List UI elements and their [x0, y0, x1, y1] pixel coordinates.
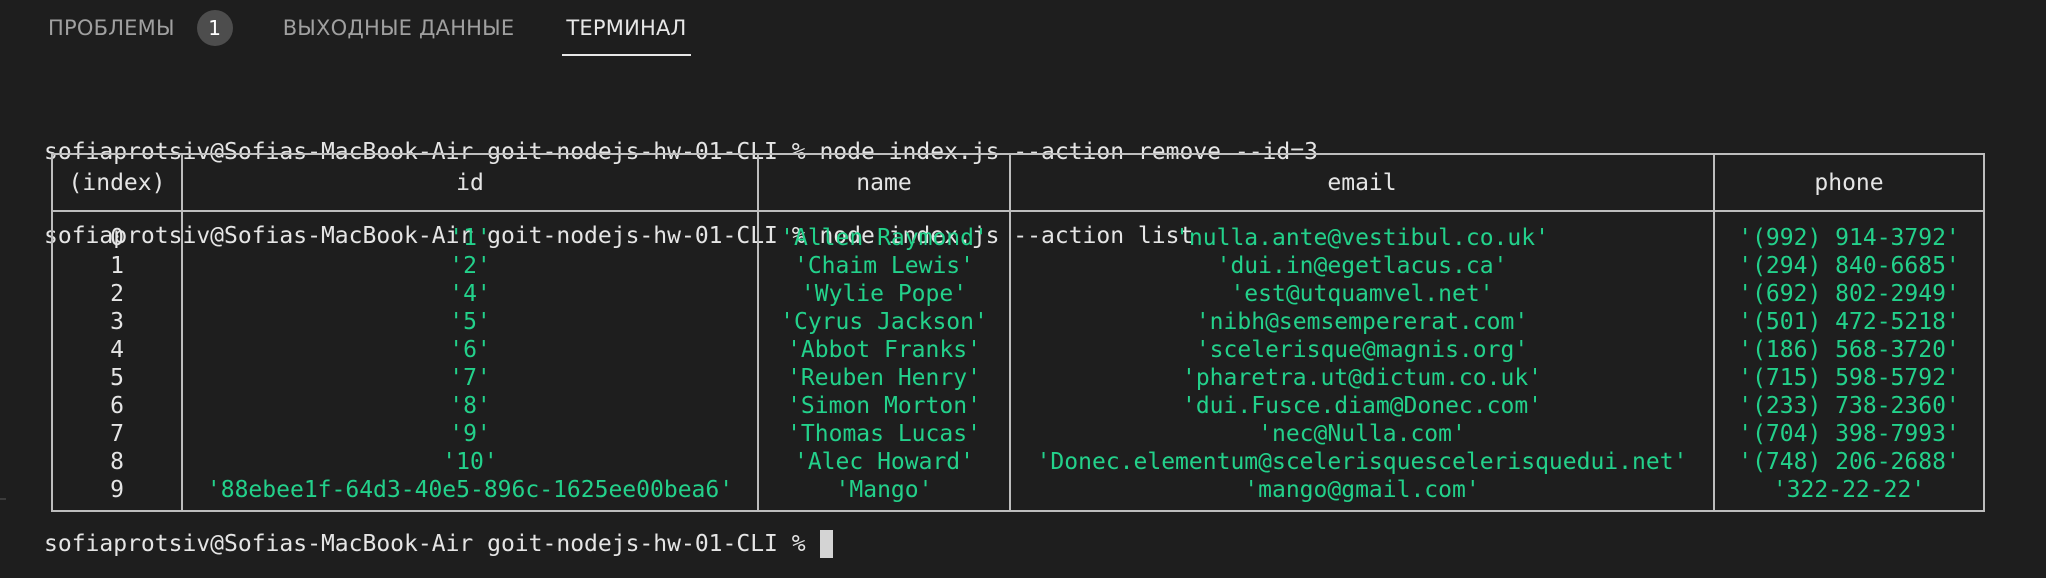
cell-index: 9 — [51, 476, 183, 512]
cell-id: '8' — [181, 392, 759, 420]
cell-id: '7' — [181, 364, 759, 392]
console-table: (index) id name email phone 0 '1' 'Allen… — [51, 153, 1985, 512]
tab-terminal[interactable]: ТЕРМИНАЛ — [562, 0, 691, 56]
cell-name: 'Mango' — [757, 476, 1011, 512]
table-row: 2 '4' 'Wylie Pope' 'est@utquamvel.net' '… — [51, 280, 1985, 308]
table-row: 0 '1' 'Allen Raymond' 'nulla.ante@vestib… — [51, 211, 1985, 252]
cell-index: 3 — [51, 308, 183, 336]
cell-email: 'nec@Nulla.com' — [1009, 420, 1715, 448]
cell-id: '5' — [181, 308, 759, 336]
table-row: 7 '9' 'Thomas Lucas' 'nec@Nulla.com' '(7… — [51, 420, 1985, 448]
cell-phone: '(992) 914-3792' — [1713, 211, 1985, 252]
cell-name: 'Allen Raymond' — [757, 211, 1011, 252]
tab-problems[interactable]: ПРОБЛЕМЫ 1 — [44, 0, 237, 56]
cell-email: 'dui.Fusce.diam@Donec.com' — [1009, 392, 1715, 420]
table-row: 1 '2' 'Chaim Lewis' 'dui.in@egetlacus.ca… — [51, 252, 1985, 280]
cell-id: '1' — [181, 211, 759, 252]
terminal-cursor — [819, 530, 833, 558]
table-row: 8 '10' 'Alec Howard' 'Donec.elementum@sc… — [51, 448, 1985, 476]
cell-email: 'mango@gmail.com' — [1009, 476, 1715, 512]
cell-name: 'Reuben Henry' — [757, 364, 1011, 392]
cell-email: 'est@utquamvel.net' — [1009, 280, 1715, 308]
tab-output-label: ВЫХОДНЫЕ ДАННЫЕ — [282, 16, 515, 40]
table-row: 3 '5' 'Cyrus Jackson' 'nibh@semsemperera… — [51, 308, 1985, 336]
cell-phone: '(692) 802-2949' — [1713, 280, 1985, 308]
cell-index: 1 — [51, 252, 183, 280]
prompt-text: sofiaprotsiv@Sofias-MacBook-Air goit-nod… — [44, 531, 806, 557]
cell-name: 'Thomas Lucas' — [757, 420, 1011, 448]
table-row: 9 '88ebee1f-64d3-40e5-896c-1625ee00bea6'… — [51, 476, 1985, 512]
cell-email: 'dui.in@egetlacus.ca' — [1009, 252, 1715, 280]
cell-phone: '(233) 738-2360' — [1713, 392, 1985, 420]
cell-name: 'Wylie Pope' — [757, 280, 1011, 308]
cell-phone: '(294) 840-6685' — [1713, 252, 1985, 280]
cell-phone: '(748) 206-2688' — [1713, 448, 1985, 476]
cell-index: 6 — [51, 392, 183, 420]
cell-index: 7 — [51, 420, 183, 448]
cell-name: 'Simon Morton' — [757, 392, 1011, 420]
cell-name: 'Cyrus Jackson' — [757, 308, 1011, 336]
tab-output[interactable]: ВЫХОДНЫЕ ДАННЫЕ — [279, 0, 519, 56]
cell-name: 'Alec Howard' — [757, 448, 1011, 476]
cell-phone: '(501) 472-5218' — [1713, 308, 1985, 336]
cell-email: 'nulla.ante@vestibul.co.uk' — [1009, 211, 1715, 252]
cell-index: 5 — [51, 364, 183, 392]
tab-problems-label: ПРОБЛЕМЫ — [48, 16, 175, 40]
cell-name: 'Abbot Franks' — [757, 336, 1011, 364]
cell-id: '2' — [181, 252, 759, 280]
column-header-email: email — [1009, 153, 1715, 212]
cell-email: 'scelerisque@magnis.org' — [1009, 336, 1715, 364]
column-header-name: name — [757, 153, 1011, 212]
table-row: 4 '6' 'Abbot Franks' 'scelerisque@magnis… — [51, 336, 1985, 364]
cell-index: 0 — [51, 211, 183, 252]
table-row: 6 '8' 'Simon Morton' 'dui.Fusce.diam@Don… — [51, 392, 1985, 420]
cell-id: '10' — [181, 448, 759, 476]
tab-terminal-label: ТЕРМИНАЛ — [566, 16, 687, 40]
column-header-phone: phone — [1713, 153, 1985, 212]
cell-id: '6' — [181, 336, 759, 364]
table-row: 5 '7' 'Reuben Henry' 'pharetra.ut@dictum… — [51, 364, 1985, 392]
table-header-row: (index) id name email phone — [51, 153, 1985, 212]
cell-email: 'nibh@semsempererat.com' — [1009, 308, 1715, 336]
cell-index: 8 — [51, 448, 183, 476]
cell-name: 'Chaim Lewis' — [757, 252, 1011, 280]
cell-phone: '(715) 598-5792' — [1713, 364, 1985, 392]
cell-phone: '322-22-22' — [1713, 476, 1985, 512]
problems-count-badge: 1 — [196, 10, 233, 46]
cell-email: 'pharetra.ut@dictum.co.uk' — [1009, 364, 1715, 392]
cell-index: 2 — [51, 280, 183, 308]
cell-phone: '(704) 398-7993' — [1713, 420, 1985, 448]
cell-id: '9' — [181, 420, 759, 448]
cell-id: '4' — [181, 280, 759, 308]
cell-email: 'Donec.elementum@scelerisquescelerisqued… — [1009, 448, 1715, 476]
column-header-index: (index) — [51, 153, 183, 212]
cell-index: 4 — [51, 336, 183, 364]
panel-edge-divider — [0, 498, 6, 500]
column-header-id: id — [181, 153, 759, 212]
cell-phone: '(186) 568-3720' — [1713, 336, 1985, 364]
cell-id: '88ebee1f-64d3-40e5-896c-1625ee00bea6' — [181, 476, 759, 512]
panel-tabs: ПРОБЛЕМЫ 1 ВЫХОДНЫЕ ДАННЫЕ ТЕРМИНАЛ — [44, 0, 691, 56]
terminal-prompt[interactable]: sofiaprotsiv@Sofias-MacBook-Air goit-nod… — [44, 530, 833, 558]
